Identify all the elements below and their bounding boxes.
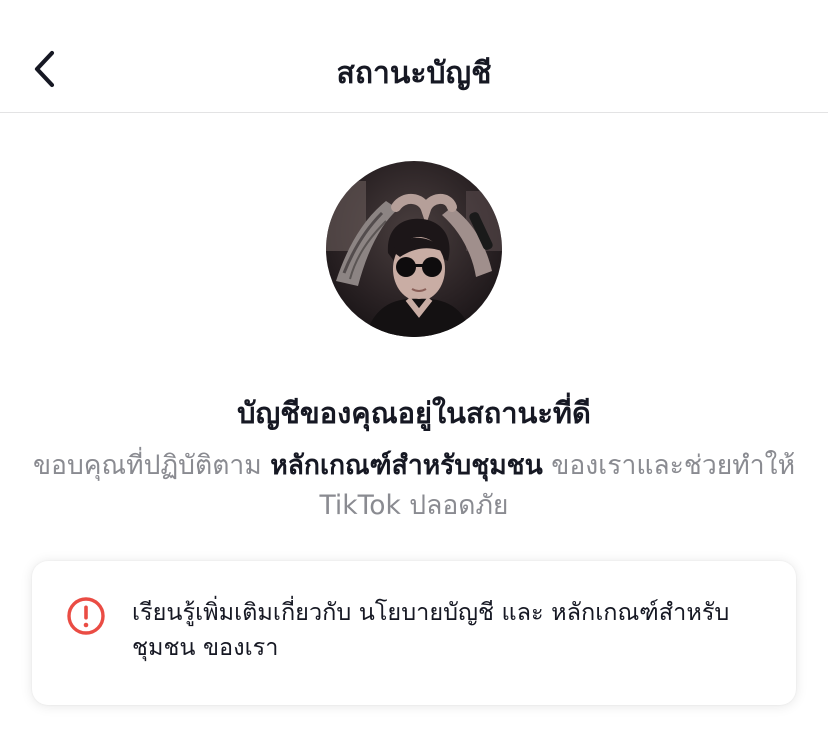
- header-bar: สถานะบัญชี: [0, 0, 828, 113]
- page-title: สถานะบัญชี: [336, 56, 492, 91]
- avatar: [326, 161, 502, 337]
- info-text-before: เรียนรู้เพิ่มเติมเกี่ยวกับ: [132, 598, 359, 626]
- info-text: เรียนรู้เพิ่มเติมเกี่ยวกับ นโยบายบัญชี แ…: [132, 595, 766, 665]
- status-desc-text: ขอบคุณที่ปฏิบัติตาม: [32, 450, 271, 481]
- status-description: ขอบคุณที่ปฏิบัติตาม หลักเกณฑ์สำหรับชุมชน…: [30, 446, 798, 526]
- community-guidelines-link[interactable]: หลักเกณฑ์สำหรับชุมชน: [270, 450, 543, 481]
- account-policy-link[interactable]: นโยบายบัญชี: [359, 598, 494, 626]
- exclamation-circle-icon: [67, 597, 105, 635]
- info-text-after: ของเรา: [195, 633, 279, 661]
- status-heading: บัญชีของคุณอยู่ในสถานะที่ดี: [237, 396, 591, 430]
- info-card: เรียนรู้เพิ่มเติมเกี่ยวกับ นโยบายบัญชี แ…: [32, 561, 796, 705]
- info-text-and: และ: [493, 598, 552, 626]
